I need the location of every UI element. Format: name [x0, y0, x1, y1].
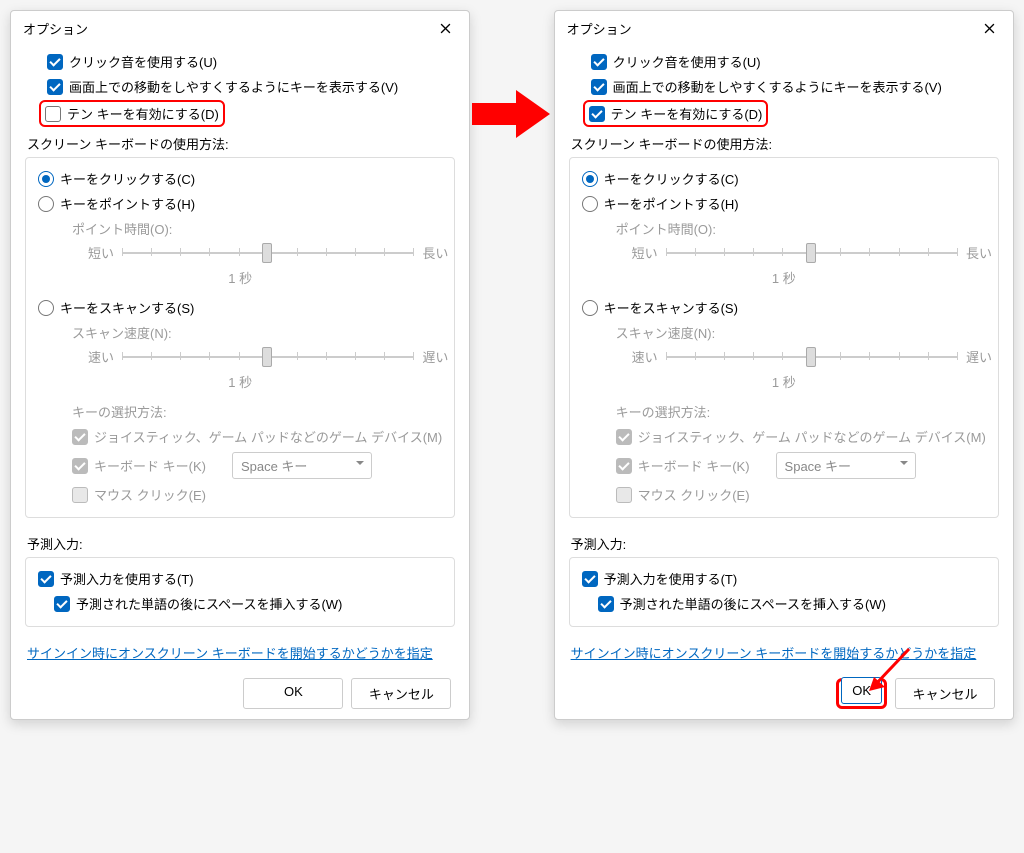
- label-radio-scan: キーをスキャンする(S): [604, 298, 738, 317]
- label-keyboard-key: キーボード キー(K): [638, 456, 750, 475]
- point-slider-value: 1 秒: [32, 264, 448, 295]
- point-slider: [122, 245, 414, 261]
- scan-slider-value: 1 秒: [576, 368, 992, 399]
- cancel-button[interactable]: キャンセル: [895, 678, 995, 709]
- scan-slider-max: 遅い: [422, 347, 448, 366]
- checkbox-predict-space[interactable]: [598, 596, 614, 612]
- label-show-move-keys: 画面上での移動をしやすくするようにキーを表示する(V): [69, 77, 398, 96]
- usage-group: キーをクリックする(C) キーをポイントする(H) ポイント時間(O): 短い …: [569, 157, 999, 518]
- label-joystick: ジョイスティック、ゲーム パッドなどのゲーム デバイス(M): [638, 427, 986, 446]
- checkbox-click-sound[interactable]: [47, 54, 63, 70]
- label-radio-scan: キーをスキャンする(S): [60, 298, 194, 317]
- options-dialog-after: オプション クリック音を使用する(U) 画面上での移動をしやすくするようにキーを…: [554, 10, 1014, 720]
- checkbox-keyboard-key: [616, 458, 632, 474]
- predict-group: 予測入力を使用する(T) 予測された単語の後にスペースを挿入する(W): [569, 557, 999, 627]
- point-slider-min: 短い: [88, 243, 114, 262]
- checkbox-joystick: [616, 429, 632, 445]
- radio-click-keys[interactable]: [38, 171, 54, 187]
- checkbox-keyboard-key: [72, 458, 88, 474]
- close-icon[interactable]: [975, 17, 1003, 39]
- label-show-move-keys: 画面上での移動をしやすくするようにキーを表示する(V): [613, 77, 942, 96]
- scan-speed-label: スキャン速度(N):: [576, 320, 992, 345]
- checkbox-predict-space[interactable]: [54, 596, 70, 612]
- scan-select-label: キーの選択方法:: [576, 399, 992, 424]
- predict-section-label: 予測入力:: [25, 528, 455, 555]
- predict-group: 予測入力を使用する(T) 予測された単語の後にスペースを挿入する(W): [25, 557, 455, 627]
- label-radio-click: キーをクリックする(C): [604, 169, 739, 188]
- radio-point-keys[interactable]: [38, 196, 54, 212]
- point-slider-min: 短い: [632, 243, 658, 262]
- label-mouse-click: マウス クリック(E): [94, 485, 206, 504]
- checkbox-enable-tenkey[interactable]: [45, 106, 61, 122]
- checkbox-joystick: [72, 429, 88, 445]
- close-icon[interactable]: [431, 17, 459, 39]
- signin-osk-link[interactable]: サインイン時にオンスクリーン キーボードを開始するかどうかを指定: [25, 637, 435, 668]
- scan-slider-max: 遅い: [966, 347, 992, 366]
- usage-group: キーをクリックする(C) キーをポイントする(H) ポイント時間(O): 短い …: [25, 157, 455, 518]
- label-radio-point: キーをポイントする(H): [604, 194, 739, 213]
- highlight-tenkey-after: テン キーを有効にする(D): [583, 100, 769, 127]
- cancel-button[interactable]: キャンセル: [351, 678, 451, 709]
- label-joystick: ジョイスティック、ゲーム パッドなどのゲーム デバイス(M): [94, 427, 442, 446]
- scan-slider-min: 速い: [632, 347, 658, 366]
- checkbox-use-predict[interactable]: [582, 571, 598, 587]
- radio-scan-keys[interactable]: [38, 300, 54, 316]
- radio-click-keys[interactable]: [582, 171, 598, 187]
- label-mouse-click: マウス クリック(E): [638, 485, 750, 504]
- radio-scan-keys[interactable]: [582, 300, 598, 316]
- checkbox-mouse-click: [616, 487, 632, 503]
- label-predict-space: 予測された単語の後にスペースを挿入する(W): [620, 594, 886, 613]
- label-use-predict: 予測入力を使用する(T): [604, 569, 738, 588]
- highlight-tenkey-before: テン キーを有効にする(D): [39, 100, 225, 127]
- signin-osk-link[interactable]: サインイン時にオンスクリーン キーボードを開始するかどうかを指定: [569, 637, 979, 668]
- predict-section-label: 予測入力:: [569, 528, 999, 555]
- point-slider-value: 1 秒: [576, 264, 992, 295]
- usage-section-label: スクリーン キーボードの使用方法:: [25, 128, 455, 155]
- label-radio-point: キーをポイントする(H): [60, 194, 195, 213]
- select-keyboard-key: Space キー: [776, 452, 916, 479]
- checkbox-mouse-click: [72, 487, 88, 503]
- select-keyboard-key: Space キー: [232, 452, 372, 479]
- scan-slider: [666, 349, 958, 365]
- checkbox-click-sound[interactable]: [591, 54, 607, 70]
- checkbox-show-move-keys[interactable]: [591, 79, 607, 95]
- point-slider: [666, 245, 958, 261]
- point-slider-max: 長い: [966, 243, 992, 262]
- highlight-ok-button: OK: [836, 678, 887, 709]
- scan-slider: [122, 349, 414, 365]
- point-slider-max: 長い: [422, 243, 448, 262]
- label-click-sound: クリック音を使用する(U): [69, 52, 217, 71]
- point-time-label: ポイント時間(O):: [576, 216, 992, 241]
- label-enable-tenkey: テン キーを有効にする(D): [611, 104, 763, 123]
- label-radio-click: キーをクリックする(C): [60, 169, 195, 188]
- label-click-sound: クリック音を使用する(U): [613, 52, 761, 71]
- scan-speed-label: スキャン速度(N):: [32, 320, 448, 345]
- checkbox-show-move-keys[interactable]: [47, 79, 63, 95]
- scan-select-label: キーの選択方法:: [32, 399, 448, 424]
- dialog-title: オプション: [567, 19, 632, 38]
- radio-point-keys[interactable]: [582, 196, 598, 212]
- checkbox-enable-tenkey[interactable]: [589, 106, 605, 122]
- options-dialog-before: オプション クリック音を使用する(U) 画面上での移動をしやすくするようにキーを…: [10, 10, 470, 720]
- label-enable-tenkey: テン キーを有効にする(D): [67, 104, 219, 123]
- ok-button[interactable]: OK: [841, 677, 882, 704]
- usage-section-label: スクリーン キーボードの使用方法:: [569, 128, 999, 155]
- red-arrow-annotation: [470, 10, 553, 138]
- point-time-label: ポイント時間(O):: [32, 216, 448, 241]
- scan-slider-value: 1 秒: [32, 368, 448, 399]
- dialog-title: オプション: [23, 19, 88, 38]
- label-predict-space: 予測された単語の後にスペースを挿入する(W): [76, 594, 342, 613]
- label-use-predict: 予測入力を使用する(T): [60, 569, 194, 588]
- label-keyboard-key: キーボード キー(K): [94, 456, 206, 475]
- ok-button[interactable]: OK: [243, 678, 343, 709]
- scan-slider-min: 速い: [88, 347, 114, 366]
- checkbox-use-predict[interactable]: [38, 571, 54, 587]
